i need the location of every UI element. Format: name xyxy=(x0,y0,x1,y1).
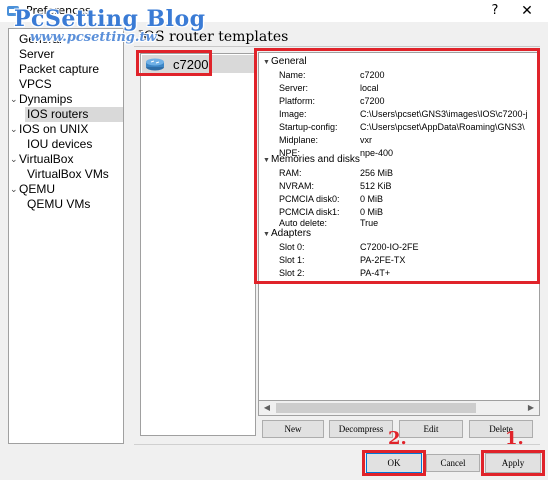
details-horizontal-scrollbar[interactable]: ◀ ▶ xyxy=(258,400,540,416)
watermark-url: www.pcsetting.tw xyxy=(30,30,157,45)
nav-item-server[interactable]: Server xyxy=(19,47,54,62)
scroll-left-icon[interactable]: ◀ xyxy=(259,401,275,415)
scroll-thumb[interactable] xyxy=(276,403,476,413)
nav-item-iou-devices[interactable]: IOU devices xyxy=(27,137,92,152)
decompress-button[interactable]: Decompress xyxy=(329,420,393,438)
nav-item-ios-routers-label: IOS routers xyxy=(27,107,89,121)
edit-button[interactable]: Edit xyxy=(399,420,463,438)
nav-item-qemu[interactable]: QEMU xyxy=(19,182,55,197)
nav-item-virtualbox[interactable]: VirtualBox xyxy=(19,152,73,167)
nav-item-ios-on-unix[interactable]: IOS on UNIX xyxy=(19,122,88,137)
router-template-list: c7200 xyxy=(140,53,256,436)
watermark-brand: PcSetting Blog xyxy=(14,6,206,32)
nav-item-vpcs[interactable]: VPCS xyxy=(19,77,52,92)
step-1-label: 1. xyxy=(505,428,524,449)
step-2-label: 2. xyxy=(388,428,407,449)
nav-item-dynamips[interactable]: Dynamips xyxy=(19,92,72,107)
scroll-right-icon[interactable]: ▶ xyxy=(523,401,539,415)
nav-item-packet-capture[interactable]: Packet capture xyxy=(19,62,99,77)
preferences-nav-tree: General Server Packet capture VPCS ⌄ Dyn… xyxy=(8,28,124,444)
nav-item-ios-routers[interactable]: IOS routers xyxy=(25,107,123,122)
new-button[interactable]: New xyxy=(262,420,324,438)
nav-item-qemu-vms[interactable]: QEMU VMs xyxy=(27,197,90,212)
highlight-details-box xyxy=(254,48,540,284)
cancel-button[interactable]: Cancel xyxy=(426,454,480,472)
title-divider xyxy=(134,46,540,47)
help-button[interactable]: ? xyxy=(486,2,504,20)
close-button[interactable]: ✕ xyxy=(516,2,538,20)
nav-item-virtualbox-vms[interactable]: VirtualBox VMs xyxy=(27,167,109,182)
highlight-template-box xyxy=(136,50,212,76)
footer-divider xyxy=(134,444,540,445)
highlight-ok-box xyxy=(362,450,426,476)
highlight-apply-box xyxy=(481,450,545,476)
